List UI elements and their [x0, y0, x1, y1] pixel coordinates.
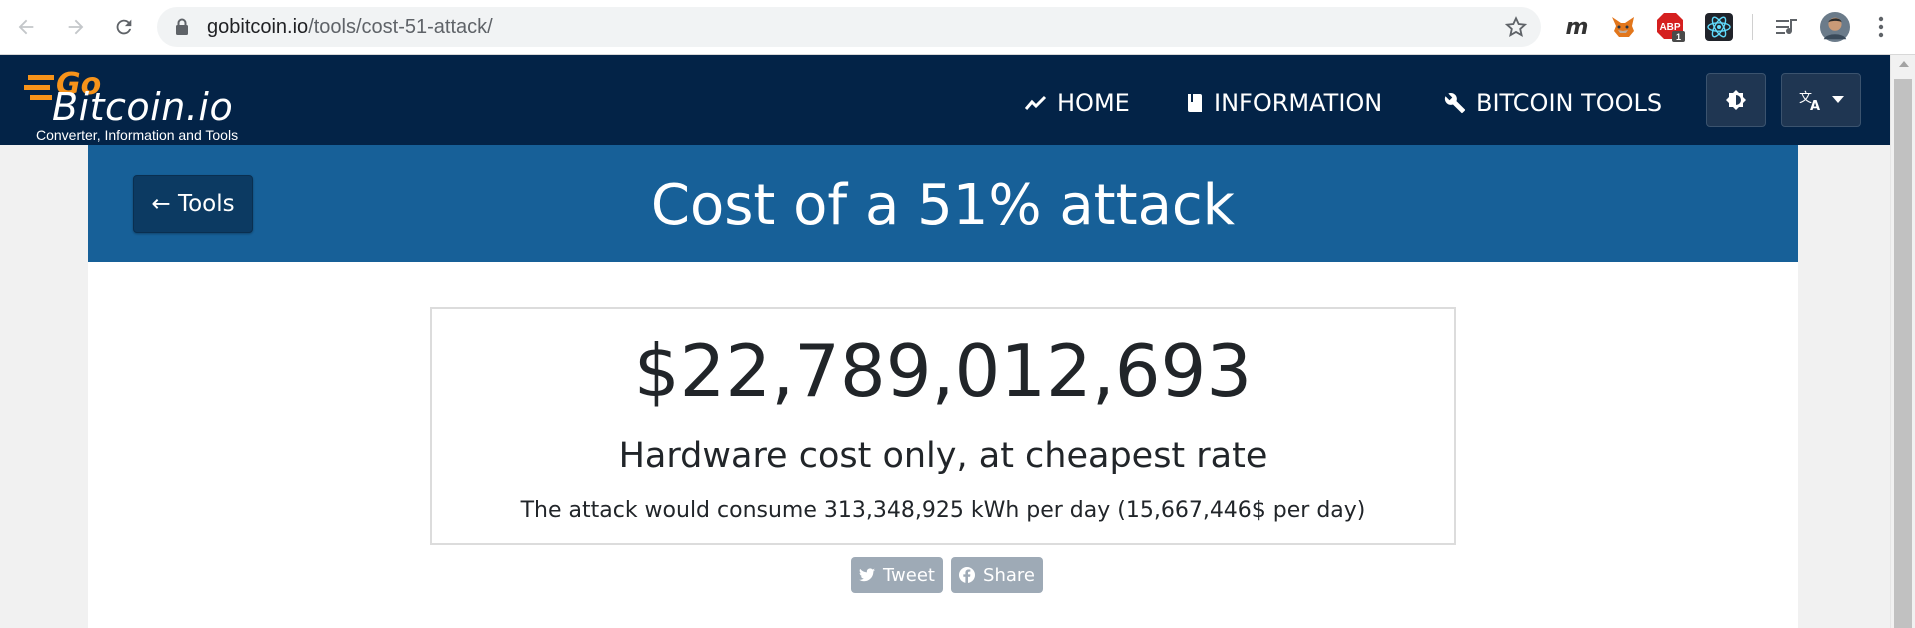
page-scrollbar[interactable]	[1890, 55, 1915, 628]
translate-icon: 文A	[1799, 91, 1820, 112]
tweet-label: Tweet	[883, 564, 935, 586]
brightness-icon	[1726, 90, 1746, 110]
toolbar-divider	[1752, 14, 1753, 40]
scrollbar-thumb[interactable]	[1894, 79, 1912, 628]
lock-icon	[175, 18, 189, 39]
theme-toggle-button[interactable]	[1706, 73, 1766, 127]
page-title: Cost of a 51% attack	[650, 173, 1236, 238]
language-dropdown-button[interactable]: 文A	[1781, 73, 1861, 127]
caret-down-icon	[1832, 96, 1844, 103]
back-arrow-icon[interactable]	[12, 13, 40, 41]
browser-toolbar: gobitcoin.io/tools/cost-51-attack/ m ABP…	[0, 0, 1915, 55]
logo-main-text: Bitcoin.io	[52, 85, 234, 129]
nav-home-label: HOME	[1057, 89, 1130, 117]
reload-icon[interactable]	[110, 13, 138, 41]
facebook-icon	[959, 567, 976, 583]
browser-menu-icon[interactable]	[1866, 12, 1896, 42]
media-queue-icon[interactable]	[1772, 12, 1802, 42]
wrench-icon	[1444, 93, 1466, 114]
forward-arrow-icon[interactable]	[62, 13, 90, 41]
svg-text:A: A	[1810, 99, 1820, 112]
book-icon	[1188, 94, 1202, 112]
logo-tagline: Converter, Information and Tools	[36, 127, 239, 143]
nav-home[interactable]: HOME	[1025, 89, 1130, 117]
address-bar[interactable]: gobitcoin.io/tools/cost-51-attack/	[157, 7, 1541, 47]
profile-avatar[interactable]	[1820, 12, 1850, 42]
abp-badge: 1	[1676, 32, 1681, 42]
share-label: Share	[983, 564, 1035, 586]
cost-subtitle: Hardware cost only, at cheapest rate	[618, 436, 1268, 476]
nav-information-label: INFORMATION	[1214, 89, 1383, 117]
energy-detail: The attack would consume 313,348,925 kWh…	[520, 498, 1366, 523]
page-banner: ← Tools Cost of a 51% attack	[88, 145, 1798, 262]
scroll-up-arrow-icon[interactable]	[1899, 61, 1909, 67]
nav-bitcoin-tools[interactable]: BITCOIN TOOLS	[1444, 89, 1662, 117]
fox-extension-icon[interactable]	[1608, 12, 1638, 42]
trend-icon	[1025, 95, 1047, 110]
bookmark-star-icon[interactable]	[1504, 16, 1528, 42]
result-card: $22,789,012,693 Hardware cost only, at c…	[430, 307, 1456, 545]
twitter-icon	[859, 568, 876, 582]
site-logo[interactable]: Go Bitcoin.io Converter, Information and…	[24, 63, 254, 143]
url-host: gobitcoin.io	[207, 16, 309, 38]
m-extension-icon[interactable]: m	[1562, 12, 1592, 42]
react-extension-icon[interactable]	[1704, 12, 1734, 42]
attack-cost-value: $22,789,012,693	[633, 329, 1253, 413]
main-content: $22,789,012,693 Hardware cost only, at c…	[88, 262, 1798, 628]
site-header: Go Bitcoin.io Converter, Information and…	[0, 55, 1890, 145]
facebook-share-button[interactable]: Share	[951, 557, 1043, 593]
nav-information[interactable]: INFORMATION	[1186, 89, 1382, 117]
nav-bitcoin-tools-label: BITCOIN TOOLS	[1476, 89, 1663, 117]
url-path: /tools/cost-51-attack/	[308, 16, 493, 38]
url-text: gobitcoin.io/tools/cost-51-attack/	[207, 16, 493, 39]
adblock-extension-icon[interactable]: ABP 1	[1656, 12, 1686, 42]
tweet-button[interactable]: Tweet	[851, 557, 943, 593]
